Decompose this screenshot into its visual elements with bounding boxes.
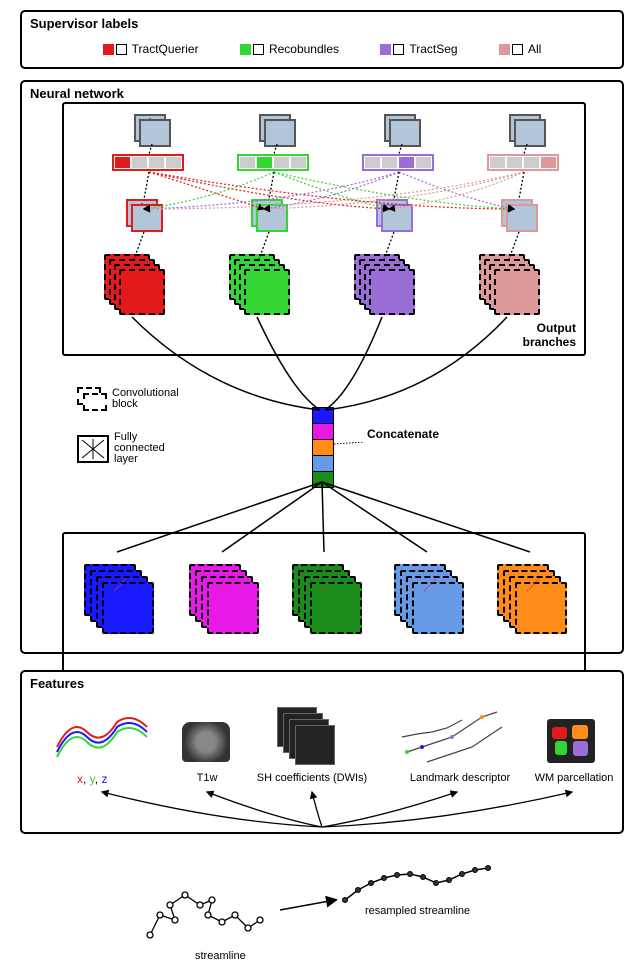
t1w-icon — [182, 722, 230, 762]
legend-label: All — [528, 42, 541, 56]
conv-legend-label: Convolutional block — [112, 388, 179, 410]
legend-all: All — [499, 42, 541, 56]
legend-recobundles: Recobundles — [240, 42, 339, 56]
labelrow-3 — [362, 154, 434, 171]
fc-legend-label: Fully connected layer — [114, 432, 165, 465]
legend-label: Recobundles — [269, 42, 339, 56]
supervisor-panel: Supervisor labels TractQuerier Recobundl… — [20, 10, 624, 69]
sh-label: SH coefficients (DWIs) — [247, 772, 377, 784]
fc-mid-2b — [256, 204, 288, 232]
features-title: Features — [30, 676, 84, 691]
fc-mid-1b — [131, 204, 163, 232]
conv-legend: Convolutional block — [77, 387, 179, 411]
supervisor-title: Supervisor labels — [30, 16, 138, 31]
landmark-icon — [397, 702, 517, 772]
network-panel: Neural network Output branches — [20, 80, 624, 654]
output-branches-box: Output branches — [62, 102, 586, 356]
concat-dots — [334, 442, 374, 447]
legend-label: TractQuerier — [132, 42, 199, 56]
output-branches-label: Output branches — [523, 321, 576, 349]
fc-mid-3b — [381, 204, 413, 232]
wm-icon — [547, 719, 595, 763]
legend-label: TractSeg — [409, 42, 457, 56]
fc-top-3b — [389, 119, 421, 147]
labelrow-2 — [237, 154, 309, 171]
xyz-z: z — [101, 772, 107, 786]
xyz-label: x, y, z — [77, 772, 107, 786]
streamline-raw-label: streamline — [195, 950, 246, 962]
network-title: Neural network — [30, 86, 124, 101]
wm-label: WM parcellation — [524, 772, 624, 784]
streamline-resampled-label: resampled streamline — [365, 905, 470, 917]
fc-top-4b — [514, 119, 546, 147]
legend-tractseg: TractSeg — [380, 42, 457, 56]
features-panel: Features x, y, z T1w SH coefficients (DW… — [20, 670, 624, 834]
xyz-icon — [52, 707, 152, 767]
fc-legend: Fully connected layer — [77, 432, 165, 465]
labelrow-1 — [112, 154, 184, 171]
supervisor-legend: TractQuerier Recobundles TractSeg All — [22, 42, 622, 56]
fc-mid-4b — [506, 204, 538, 232]
fc-top-1b — [139, 119, 171, 147]
labelrow-4 — [487, 154, 559, 171]
landmark-label: Landmark descriptor — [400, 772, 520, 784]
t1w-label: T1w — [157, 772, 257, 784]
fc-top-2b — [264, 119, 296, 147]
feat-arrows — [22, 787, 622, 832]
legend-tractquerier: TractQuerier — [103, 42, 199, 56]
concat-label: Concatenate — [367, 427, 439, 441]
concat-block — [312, 407, 334, 487]
